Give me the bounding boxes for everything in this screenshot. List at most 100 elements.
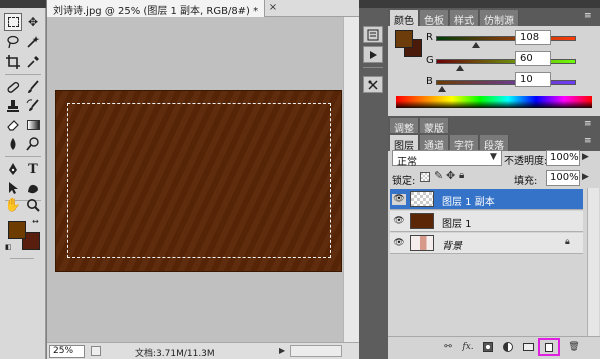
shape-icon[interactable] [24, 179, 42, 197]
dodge-icon[interactable] [24, 135, 42, 153]
opacity-arrow-icon[interactable]: ▶ [582, 152, 589, 162]
tool-separator [5, 156, 41, 157]
link-icon[interactable]: ⚯ [440, 340, 456, 354]
tab-layers[interactable]: 图层 [390, 135, 419, 152]
fill-label: 填充: [514, 176, 538, 187]
marquee-icon[interactable] [4, 13, 22, 31]
status-bar: 25% 文档:3.71M/11.3M ▶ [47, 342, 359, 359]
move-icon[interactable]: ✥ [24, 13, 42, 31]
magic-wand-icon[interactable] [24, 33, 42, 51]
red-slider-thumb[interactable] [472, 42, 480, 48]
vertical-scrollbar[interactable] [343, 17, 359, 342]
visibility-eye-icon[interactable]: 👁︎ [392, 216, 406, 227]
pen-icon[interactable] [4, 160, 22, 178]
red-value-field[interactable]: 108 [515, 30, 551, 45]
zoom-icon[interactable] [24, 196, 42, 214]
layers-panel-tabs: 图层 通道 字符 段落 ≡ [388, 133, 600, 152]
lock-pixels-icon[interactable]: ✎ [434, 169, 443, 182]
close-icon[interactable]: × [267, 2, 279, 14]
layer-row[interactable]: 👁︎ 图层 1 副本 [390, 189, 583, 210]
document-window: 刘诗诗.jpg @ 25% (图层 1 副本, RGB/8#) * × 25% … [47, 0, 359, 359]
history-brush-icon[interactable] [24, 97, 42, 115]
tab-character[interactable]: 字符 [450, 135, 479, 152]
path-select-icon[interactable] [4, 179, 22, 197]
status-icon[interactable] [91, 346, 101, 356]
opacity-field[interactable]: 100% [546, 150, 580, 166]
color-panel-tabs: 颜色 色板 样式 仿制源 ≡ [388, 8, 600, 27]
tab-styles[interactable]: 样式 [450, 10, 479, 27]
group-icon[interactable] [520, 340, 536, 354]
foreground-color-swatch-top[interactable] [8, 221, 26, 239]
dock-separator [363, 67, 383, 68]
green-slider-track[interactable] [436, 59, 576, 64]
visibility-eye-icon[interactable]: 👁︎ [392, 238, 406, 249]
dock-grip[interactable] [359, 0, 388, 8]
tools-preset-icon[interactable] [363, 76, 383, 93]
tab-clone-source[interactable]: 仿制源 [480, 10, 519, 27]
layer-row[interactable]: 👁︎ 背景 🔒︎ [390, 233, 583, 254]
lock-transparent-icon[interactable] [420, 172, 430, 182]
horizontal-scrollbar[interactable] [290, 345, 342, 357]
blue-slider-thumb[interactable] [438, 86, 446, 92]
blur-icon[interactable] [4, 135, 22, 153]
color-spectrum-bar[interactable] [396, 96, 592, 108]
new-layer-icon[interactable] [538, 338, 560, 356]
hand-icon[interactable]: ✋ [4, 196, 22, 214]
tools-panel-grip[interactable] [0, 0, 46, 8]
tab-paragraph[interactable]: 段落 [480, 135, 509, 152]
fill-arrow-icon[interactable]: ▶ [582, 172, 589, 182]
layer-thumbnail [410, 191, 434, 207]
fill-field[interactable]: 100% [546, 170, 580, 186]
stamp-icon[interactable] [4, 97, 22, 115]
red-label: R [426, 32, 433, 43]
layer-name[interactable]: 图层 1 [442, 215, 472, 230]
collapsed-panel-dock [359, 0, 388, 359]
panel-menu-icon[interactable]: ≡ [584, 136, 592, 146]
swap-colors-icon[interactable]: ↔ [32, 217, 39, 226]
dock-header[interactable] [388, 0, 600, 8]
chevron-down-icon: ▼ [490, 152, 497, 162]
document-tab-title[interactable]: 刘诗诗.jpg @ 25% (图层 1 副本, RGB/8#) * [47, 0, 265, 17]
tab-color[interactable]: 颜色 [390, 10, 419, 27]
tab-swatches[interactable]: 色板 [420, 10, 449, 27]
green-value-field[interactable]: 60 [515, 51, 551, 66]
gradient-icon[interactable] [24, 116, 42, 134]
red-slider-track[interactable] [436, 36, 576, 41]
brush-icon[interactable] [24, 78, 42, 96]
lock-position-icon[interactable]: ✥ [446, 169, 455, 182]
eraser-icon[interactable] [4, 116, 22, 134]
tab-channels[interactable]: 通道 [420, 135, 449, 152]
default-colors-icon[interactable]: ◧ [5, 243, 13, 251]
eyedropper-icon[interactable] [24, 53, 42, 71]
tab-adjustments[interactable]: 调整 [390, 118, 419, 135]
layer-name[interactable]: 图层 1 副本 [442, 193, 495, 208]
blue-slider-track[interactable] [436, 80, 576, 85]
lock-all-icon[interactable]: 🔒︎ [459, 170, 464, 181]
blue-value-field[interactable]: 10 [515, 72, 551, 87]
green-slider-thumb[interactable] [456, 65, 464, 71]
tab-masks[interactable]: 蒙版 [420, 118, 449, 135]
canvas-image[interactable] [56, 91, 341, 271]
panel-menu-icon[interactable]: ≡ [584, 119, 592, 129]
green-label: G [426, 55, 434, 66]
trash-icon[interactable]: 🗑︎ [566, 340, 582, 354]
crop-icon[interactable] [4, 53, 22, 71]
text-icon[interactable]: T [24, 160, 42, 178]
panel-menu-icon[interactable]: ≡ [584, 11, 592, 21]
layers-list: 👁︎ 图层 1 副本 👁︎ 图层 1 👁︎ 背景 🔒︎ [388, 188, 586, 336]
adjustment-icon[interactable] [500, 340, 516, 354]
lasso-icon[interactable] [4, 33, 22, 51]
healing-icon[interactable] [4, 78, 22, 96]
history-panel-icon[interactable] [363, 26, 383, 43]
layer-row[interactable]: 👁︎ 图层 1 [390, 211, 583, 232]
fx-icon[interactable]: fx. [460, 340, 476, 354]
color-panel-foreground-swatch[interactable] [395, 30, 413, 48]
visibility-eye-icon[interactable]: 👁︎ [392, 194, 406, 205]
actions-panel-icon[interactable] [363, 46, 383, 63]
blend-mode-select[interactable]: 正常 ▼ [392, 150, 502, 168]
layer-name[interactable]: 背景 [442, 237, 462, 252]
status-arrow-icon[interactable]: ▶ [279, 346, 287, 355]
zoom-field[interactable]: 25% [49, 345, 85, 358]
mask-icon[interactable] [480, 340, 496, 354]
layers-scrollbar[interactable] [587, 188, 599, 336]
